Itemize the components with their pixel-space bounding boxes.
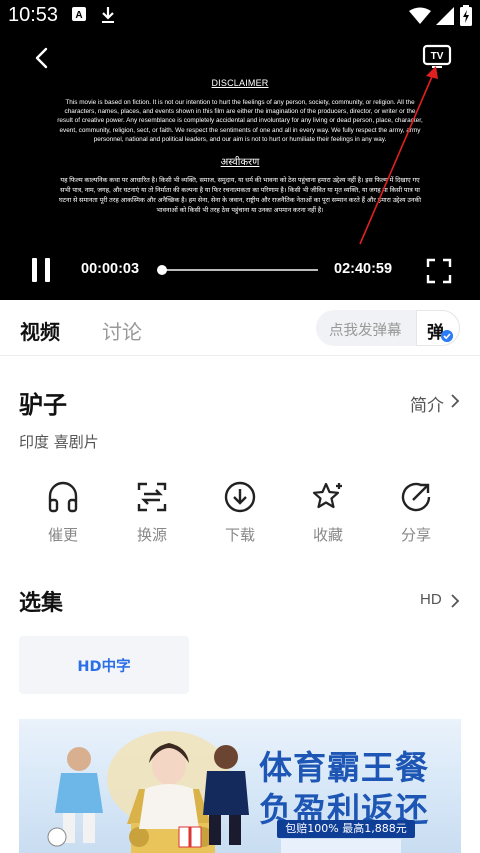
chevron-right-icon[interactable] xyxy=(450,394,460,408)
movie-tags: 印度 喜剧片 xyxy=(19,433,99,451)
notification-a-icon: A xyxy=(72,7,86,21)
episodes-title: 选集 xyxy=(19,591,64,616)
action-favorite[interactable]: 收藏 xyxy=(288,480,368,545)
pause-button[interactable] xyxy=(28,258,56,284)
action-urge-update[interactable]: 催更 xyxy=(23,480,103,545)
download-circle-icon xyxy=(224,481,256,513)
quality-selector[interactable]: HD xyxy=(420,591,442,608)
pause-bar-left xyxy=(32,258,37,282)
tab-video[interactable]: 视频 xyxy=(20,316,60,345)
episode-item[interactable]: HD中字 xyxy=(19,636,189,694)
ad-headline-1: 体育霸王餐 xyxy=(259,748,429,787)
pause-bar-right xyxy=(45,258,50,282)
danmu-placeholder: 点我发弹幕 xyxy=(329,323,402,339)
action-label: 分享 xyxy=(400,526,431,544)
star-icon xyxy=(312,482,342,509)
check-icon xyxy=(441,330,453,342)
share-icon xyxy=(401,482,431,512)
ad-subline: 包赔100% 最高1,888元 xyxy=(277,820,415,838)
episode-label: HD中字 xyxy=(77,659,131,675)
annotation-arrow xyxy=(359,66,438,245)
progress-bar[interactable] xyxy=(157,265,318,275)
download-icon xyxy=(102,7,114,23)
total-time: 02:40:59 xyxy=(334,261,393,277)
ad-banner[interactable]: 体育霸王餐 负盈利返还 包赔100% 最高1,888元 xyxy=(19,719,461,853)
action-switch-source[interactable]: 换源 xyxy=(112,480,192,545)
headphones-icon xyxy=(48,481,78,513)
action-download[interactable]: 下载 xyxy=(200,480,280,545)
wifi-icon xyxy=(409,7,431,24)
danmu-toggle-button[interactable]: 弹 xyxy=(416,310,460,346)
danmu-input[interactable]: 点我发弹幕 弹 xyxy=(316,310,460,346)
tab-discuss[interactable]: 讨论 xyxy=(102,316,142,345)
video-player[interactable]: DISCLAIMER This movie is based on fictio… xyxy=(0,32,480,300)
current-time: 00:00:03 xyxy=(81,261,140,277)
action-row: 催更 换源 下载 收藏 分享 xyxy=(0,480,480,552)
progress-thumb[interactable] xyxy=(157,265,168,275)
action-label: 收藏 xyxy=(312,526,343,544)
battery-charging-icon xyxy=(460,5,472,26)
fullscreen-icon[interactable] xyxy=(426,258,452,284)
action-label: 催更 xyxy=(47,526,78,544)
svg-text:A: A xyxy=(75,10,82,21)
action-share[interactable]: 分享 xyxy=(376,480,456,545)
action-label: 下载 xyxy=(224,526,255,544)
signal-icon xyxy=(436,7,454,25)
tab-bar: 视频 讨论 点我发弹幕 弹 xyxy=(0,300,480,356)
status-time: 10:53 xyxy=(8,4,59,26)
movie-title: 驴子 xyxy=(19,391,67,419)
action-label: 换源 xyxy=(136,526,167,544)
intro-link[interactable]: 简介 xyxy=(410,391,444,416)
status-bar: 10:53 A xyxy=(0,0,480,32)
chevron-right-icon[interactable] xyxy=(450,594,460,608)
switch-source-icon xyxy=(137,482,167,512)
